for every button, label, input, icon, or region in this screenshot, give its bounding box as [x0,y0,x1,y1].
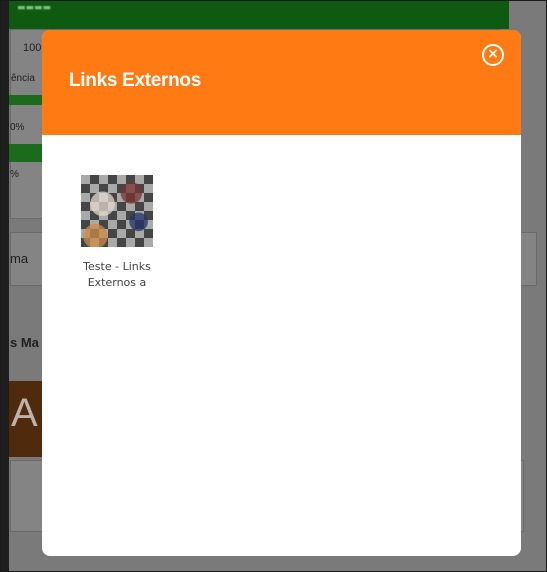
bg-label-frequencia: ência [11,73,35,84]
links-externos-modal: Links Externos × Teste - LinksExternos a [42,30,521,556]
bg-section-title: s Ma [10,335,39,350]
modal-title: Links Externos [69,70,202,91]
window-left-edge [0,0,9,572]
bg-percent-1: 0% [10,122,25,133]
bg-banner-letter: A [11,391,38,435]
link-thumbnail-image[interactable] [81,175,153,247]
bg-progress-value: 100 [23,42,42,54]
bg-side-text: ma [10,251,29,266]
close-icon[interactable]: × [482,44,504,66]
bg-green-header-text: ▬▬▬▬ [17,3,52,13]
bg-green-bar-2 [9,144,42,162]
bg-green-bar-1 [9,95,42,105]
bg-green-header: ▬▬▬▬ [9,0,509,29]
link-item[interactable]: Teste - LinksExternos a [79,175,155,291]
link-item-label[interactable]: Teste - LinksExternos a [79,259,155,291]
bg-percent-2: % [10,169,19,180]
modal-header: Links Externos × [42,30,521,135]
